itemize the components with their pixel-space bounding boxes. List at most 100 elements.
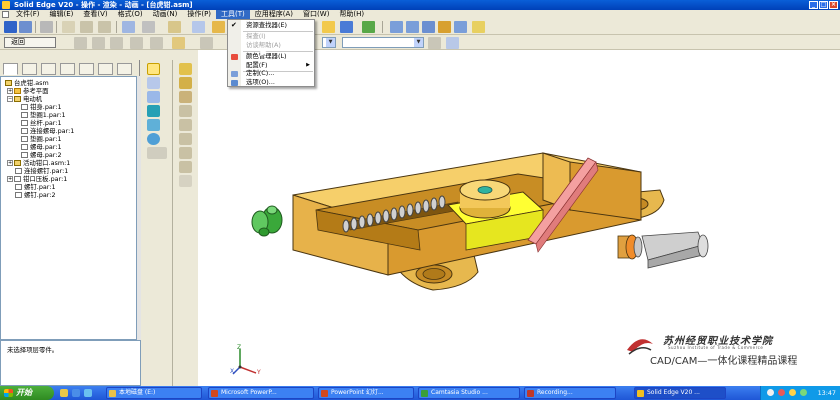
ribbon-tool-icon[interactable]	[130, 37, 143, 49]
undo-icon[interactable]	[80, 21, 93, 33]
save-icon[interactable]	[4, 21, 17, 33]
tab-layers[interactable]	[41, 63, 56, 75]
close-button[interactable]: ×	[829, 1, 838, 9]
tree-expander[interactable]: −	[7, 96, 13, 102]
maximize-button[interactable]: □	[819, 1, 828, 9]
menu-item-inspect[interactable]: 探查(I)	[228, 32, 314, 41]
explode-icon[interactable]	[147, 119, 160, 131]
ribbon-tool-icon[interactable]	[172, 37, 185, 49]
task-explorer[interactable]: 本地磁盘 (E:)	[106, 387, 202, 399]
document-icon[interactable]	[2, 11, 9, 18]
motor-icon[interactable]	[147, 105, 160, 117]
ribbon-tool-icon[interactable]	[446, 37, 459, 49]
menu-view[interactable]: 查看(V)	[78, 10, 112, 19]
camera-icon[interactable]	[147, 91, 160, 103]
gear-icon[interactable]	[179, 161, 192, 173]
menu-tools[interactable]: 工具(T)	[216, 10, 250, 19]
menu-format[interactable]: 格式(O)	[113, 10, 148, 19]
menu-animation[interactable]: 动画(N)	[148, 10, 183, 19]
tree-row[interactable]: 连接螺钉.par:1	[15, 167, 68, 175]
menu-item-customize[interactable]: 定制(C)...	[228, 69, 314, 78]
more-tools-icon[interactable]	[147, 147, 167, 159]
tree-row[interactable]: + 参考平面	[7, 87, 49, 95]
tree-row[interactable]: 螺母.par:2	[21, 151, 62, 159]
menu-applications[interactable]: 应用程序(A)	[250, 10, 298, 19]
cut-icon[interactable]	[62, 21, 75, 33]
tree-row[interactable]: 螺母.par:1	[21, 143, 62, 151]
tree-row[interactable]: 钳身.par:1	[21, 103, 62, 111]
mate-icon[interactable]	[179, 77, 192, 89]
render-icon[interactable]	[362, 21, 375, 33]
tree-expander[interactable]: +	[7, 160, 13, 166]
tree-row[interactable]: 螺钉.par:2	[15, 191, 56, 199]
redo-icon[interactable]	[98, 21, 111, 33]
ribbon-tool-icon[interactable]	[92, 37, 105, 49]
shade-icon[interactable]	[212, 21, 225, 33]
tree-row[interactable]: 丝杆.par:1	[21, 119, 62, 127]
menu-item-help[interactable]: 访谈帮助(A)	[228, 41, 314, 50]
task-solid-edge[interactable]: Solid Edge V20 ...	[634, 387, 726, 399]
tree-expander[interactable]: +	[7, 176, 13, 182]
part-icon[interactable]	[142, 21, 155, 33]
tree-expander[interactable]: +	[7, 88, 13, 94]
tab-parts-library[interactable]	[22, 63, 37, 75]
task-powerpoint[interactable]: Microsoft PowerP...	[208, 387, 314, 399]
ribbon-tool-icon[interactable]	[428, 37, 441, 49]
ribbon-tool-icon[interactable]	[74, 37, 87, 49]
tree-scrollbar[interactable]	[137, 76, 141, 340]
tab-family[interactable]	[98, 63, 113, 75]
save-all-icon[interactable]	[19, 21, 32, 33]
quick-launch-icon[interactable]	[72, 389, 80, 397]
print-icon[interactable]	[40, 21, 53, 33]
tree-row[interactable]: 垫圈1.par:1	[21, 111, 66, 119]
path-icon[interactable]	[179, 175, 192, 187]
tree-row[interactable]: 螺钉.par:1	[15, 183, 56, 191]
tree-row[interactable]: + 活动钳口.asm:1	[7, 159, 70, 167]
ribbon-combo-small[interactable]: ▼	[322, 37, 336, 48]
clock[interactable]: 13:47	[818, 386, 836, 400]
tangent-icon[interactable]	[179, 147, 192, 159]
quick-launch-icon[interactable]	[60, 389, 68, 397]
tab-pathfinder[interactable]	[3, 63, 18, 75]
view-icon[interactable]	[168, 21, 181, 33]
connect-icon[interactable]	[179, 119, 192, 131]
align-icon[interactable]	[179, 91, 192, 103]
volume-icon[interactable]	[800, 389, 807, 396]
whats-this-icon[interactable]	[472, 21, 485, 33]
display-icon[interactable]	[340, 21, 353, 33]
tree-row[interactable]: − 电动机	[7, 95, 42, 103]
menu-operate[interactable]: 操作(P)	[182, 10, 216, 19]
fit-icon[interactable]	[422, 21, 435, 33]
select-icon[interactable]	[122, 21, 135, 33]
move-icon[interactable]	[147, 77, 160, 89]
tab-sensors[interactable]	[79, 63, 94, 75]
assemble-icon[interactable]	[179, 63, 192, 75]
angle-icon[interactable]	[179, 133, 192, 145]
pan-icon[interactable]	[438, 21, 451, 33]
select-tool-icon[interactable]	[147, 63, 160, 75]
menu-window[interactable]: 窗口(W)	[298, 10, 334, 19]
zoom-icon[interactable]	[406, 21, 419, 33]
return-button[interactable]: 返回	[4, 37, 56, 48]
ribbon-tool-icon[interactable]	[200, 37, 213, 49]
task-camtasia[interactable]: Camtasia Studio ...	[418, 387, 520, 399]
tab-views[interactable]	[117, 63, 132, 75]
ribbon-combo[interactable]: ▼	[342, 37, 424, 48]
tree-row[interactable]: + 钳口压板.par:1	[7, 175, 67, 183]
menu-edit[interactable]: 编辑(E)	[45, 10, 79, 19]
menu-item-color-manager[interactable]: 颜色管理器(L)	[228, 52, 314, 61]
insert-icon[interactable]	[179, 105, 192, 117]
tree-row[interactable]: 垫圈.par:1	[21, 135, 62, 143]
menu-file[interactable]: 文件(F)	[11, 10, 45, 19]
task-slideshow[interactable]: PowerPoint 幻灯...	[318, 387, 414, 399]
start-button[interactable]: 开始	[0, 386, 54, 400]
quick-launch-icon[interactable]	[84, 389, 92, 397]
rotate-icon[interactable]	[454, 21, 467, 33]
ribbon-tool-icon[interactable]	[150, 37, 163, 49]
zoom-area-icon[interactable]	[390, 21, 403, 33]
tree-row[interactable]: 台虎钳.asm	[5, 79, 49, 87]
orient-icon[interactable]	[192, 21, 205, 33]
tray-icon[interactable]	[767, 389, 774, 396]
menu-item-resource-finder[interactable]: ✔ 资源查找器(E)	[228, 21, 314, 30]
menu-item-options[interactable]: 选项(O)...	[228, 78, 314, 87]
